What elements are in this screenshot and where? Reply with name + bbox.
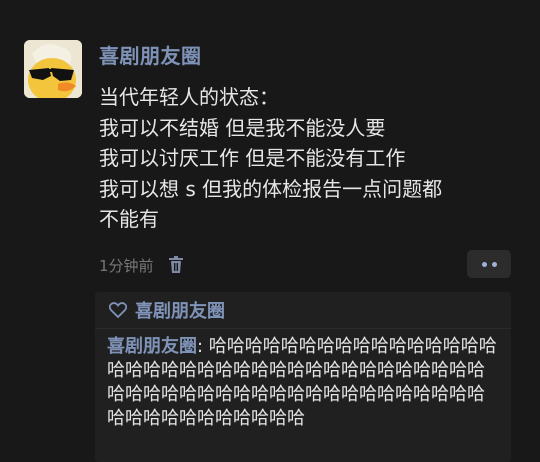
trash-icon[interactable] [168,256,184,274]
post-text-line: 我可以想 s 但我的体检报告一点问题都 [99,176,443,201]
post-text-line: 我可以讨厌工作 但是不能没有工作 [99,146,406,170]
comment-author[interactable]: 喜剧朋友圈 [107,336,197,357]
more-options-button[interactable] [467,250,511,278]
post-meta: 1分钟前 [99,254,184,276]
post-text: 当代年轻人的状态： 我可以不结婚 但是我不能没人要 我可以讨厌工作 但是不能没有… [99,82,529,235]
heart-outline-icon [109,302,127,318]
post-author-name[interactable]: 喜剧朋友圈 [99,40,202,69]
avatar-duck-image [24,40,82,98]
liker-name[interactable]: 喜剧朋友圈 [135,297,225,323]
post-text-line: 我可以不结婚 但是我不能没人要 [99,115,386,140]
post-text-line: 当代年轻人的状态： [99,85,279,109]
likes-row: 喜剧朋友圈 [95,292,511,329]
comments-panel: 喜剧朋友圈 喜剧朋友圈: 哈哈哈哈哈哈哈哈哈哈哈哈哈哈哈哈哈哈哈哈哈哈哈哈哈哈哈… [95,292,511,462]
comment-item: 喜剧朋友圈: 哈哈哈哈哈哈哈哈哈哈哈哈哈哈哈哈哈哈哈哈哈哈哈哈哈哈哈哈哈哈哈哈哈… [95,329,511,431]
avatar[interactable] [24,40,82,98]
post-text-line: 不能有 [99,207,159,231]
comment-separator: : [197,336,209,357]
more-dots-icon [491,261,497,267]
more-dots-icon [481,261,487,267]
post-timestamp: 1分钟前 [99,256,154,275]
